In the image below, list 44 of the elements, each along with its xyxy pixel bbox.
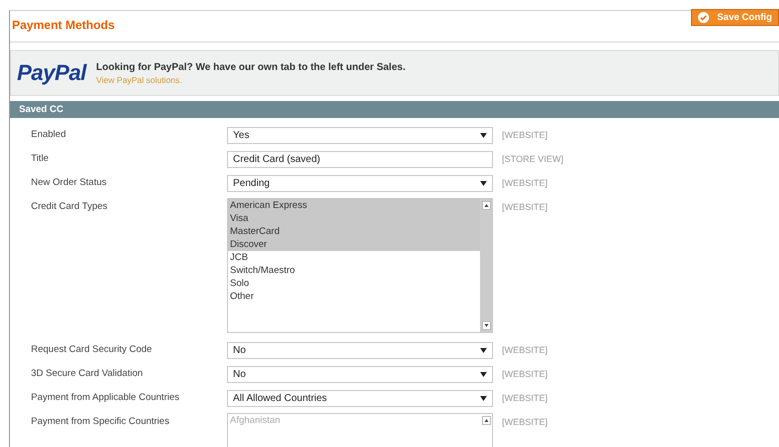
dropdown-arrow-icon xyxy=(480,181,487,186)
list-option[interactable]: Other xyxy=(228,290,480,303)
list-option[interactable]: Discover xyxy=(228,238,480,251)
field-label: Title xyxy=(30,152,50,166)
dropdown-arrow-icon xyxy=(480,133,487,138)
title-input[interactable]: Credit Card (saved) xyxy=(227,151,493,168)
paypal-logo: PayPal xyxy=(17,60,86,86)
multiselect-list[interactable]: American Express Visa MasterCard Discover JCB Switch/Maestro Solo Other xyxy=(227,198,493,333)
field-label: Payment from Specific Countries xyxy=(30,415,170,429)
select-field[interactable]: No xyxy=(227,342,493,359)
list-option[interactable]: JCB xyxy=(228,251,480,264)
list-option[interactable]: American Express xyxy=(228,199,480,212)
field-label: New Order Status xyxy=(30,176,108,190)
select-field[interactable]: No xyxy=(227,366,493,383)
field-label: Credit Card Types xyxy=(30,200,108,214)
scope-label: [WEBSITE] xyxy=(501,344,548,357)
banner-message: Looking for PayPal? We have our own tab to the left under Sales. xyxy=(96,62,406,72)
dropdown-arrow-icon xyxy=(480,396,487,401)
scope-label: [WEBSITE] xyxy=(501,177,548,190)
scope-label: [WEBSITE] xyxy=(501,392,548,405)
select-field[interactable]: Pending xyxy=(227,175,493,192)
field-label: Request Card Security Code xyxy=(30,343,153,357)
scope-label: [WEBSITE] xyxy=(501,201,548,214)
scope-label: [WEBSITE] xyxy=(501,416,548,429)
field-label: 3D Secure Card Validation xyxy=(30,367,144,381)
list-option[interactable]: MasterCard xyxy=(228,225,480,238)
select-field[interactable]: Yes xyxy=(227,127,493,144)
field-label: Payment from Applicable Countries xyxy=(30,391,180,405)
list-option[interactable]: Solo xyxy=(228,277,480,290)
scroll-up-icon[interactable] xyxy=(482,201,490,210)
scope-label: [WEBSITE] xyxy=(501,368,548,381)
section-title: Saved CC xyxy=(19,104,64,115)
page-title: Payment Methods xyxy=(11,17,115,32)
scope-label: [WEBSITE] xyxy=(501,129,548,142)
scope-label: [STORE VIEW] xyxy=(501,153,564,166)
scrollbar[interactable] xyxy=(480,199,492,332)
list-option[interactable]: Visa xyxy=(228,212,480,225)
dropdown-arrow-icon xyxy=(480,348,487,353)
field-label: Enabled xyxy=(30,128,67,142)
scroll-down-icon[interactable] xyxy=(482,321,490,330)
check-icon xyxy=(698,12,710,23)
select-field[interactable]: All Allowed Countries xyxy=(227,390,493,407)
list-option[interactable]: Switch/Maestro xyxy=(228,264,480,277)
dropdown-arrow-icon xyxy=(480,372,487,377)
